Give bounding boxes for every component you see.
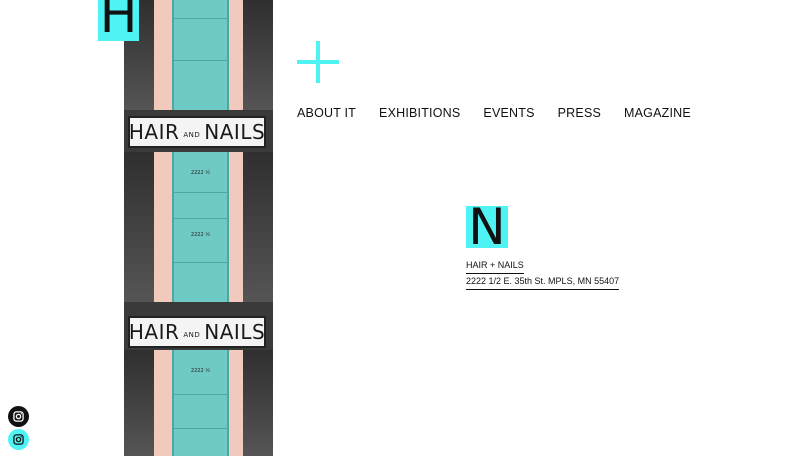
instagram-icon[interactable] bbox=[8, 429, 29, 450]
sign-text-nails: NAILS bbox=[204, 320, 266, 344]
nav-magazine[interactable]: MAGAZINE bbox=[624, 104, 691, 122]
door: 2222 ½ 2222 ½ bbox=[172, 152, 229, 302]
storefront-photo-strip: HAIR AND NAILS 2222 ½ 2222 ½ HAIR AND NA… bbox=[124, 0, 273, 456]
nav-press[interactable]: PRESS bbox=[558, 104, 601, 122]
door-number: 2222 ½ bbox=[190, 368, 211, 374]
photo-tile bbox=[124, 0, 273, 110]
instagram-icon[interactable] bbox=[8, 406, 29, 427]
door-number: 2222 ½ bbox=[190, 232, 211, 238]
sign-text-and: AND bbox=[183, 131, 201, 139]
logo-h-block[interactable]: H bbox=[98, 0, 139, 41]
venue-name-link[interactable]: HAIR + NAILS bbox=[466, 258, 524, 274]
plus-icon[interactable] bbox=[297, 41, 339, 83]
door: 2222 ½ bbox=[172, 350, 229, 456]
sign-text-and: AND bbox=[183, 331, 201, 339]
venue-address-link[interactable]: 2222 1/2 E. 35th St. MPLS, MN 55407 bbox=[466, 274, 620, 290]
page: HAIR AND NAILS 2222 ½ 2222 ½ HAIR AND NA… bbox=[0, 0, 800, 456]
photo-tile: 2222 ½ 2222 ½ bbox=[124, 152, 273, 302]
hair-and-nails-sign: HAIR AND NAILS bbox=[128, 116, 266, 148]
nav-exhibitions[interactable]: EXHIBITIONS bbox=[379, 104, 460, 122]
instagram-glyph bbox=[13, 411, 24, 422]
nav-about-it[interactable]: ABOUT IT bbox=[297, 104, 356, 122]
address-block: HAIR + NAILS 2222 1/2 E. 35th St. MPLS, … bbox=[466, 258, 620, 290]
sign-text-hair: HAIR bbox=[128, 120, 180, 144]
logo-n-block: N bbox=[466, 206, 508, 248]
photo-tile: 2222 ½ bbox=[124, 350, 273, 456]
nav-events[interactable]: EVENTS bbox=[483, 104, 534, 122]
sign-text-nails: NAILS bbox=[204, 120, 266, 144]
door-number: 2222 ½ bbox=[190, 170, 211, 176]
main-nav: ABOUT IT EXHIBITIONS EVENTS PRESS MAGAZI… bbox=[297, 104, 691, 122]
logo-n-letter: N bbox=[468, 206, 506, 248]
logo-h-letter: H bbox=[99, 0, 138, 41]
door bbox=[172, 0, 229, 110]
instagram-glyph bbox=[13, 434, 24, 445]
hair-and-nails-sign: HAIR AND NAILS bbox=[128, 316, 266, 348]
sign-text-hair: HAIR bbox=[128, 320, 180, 344]
